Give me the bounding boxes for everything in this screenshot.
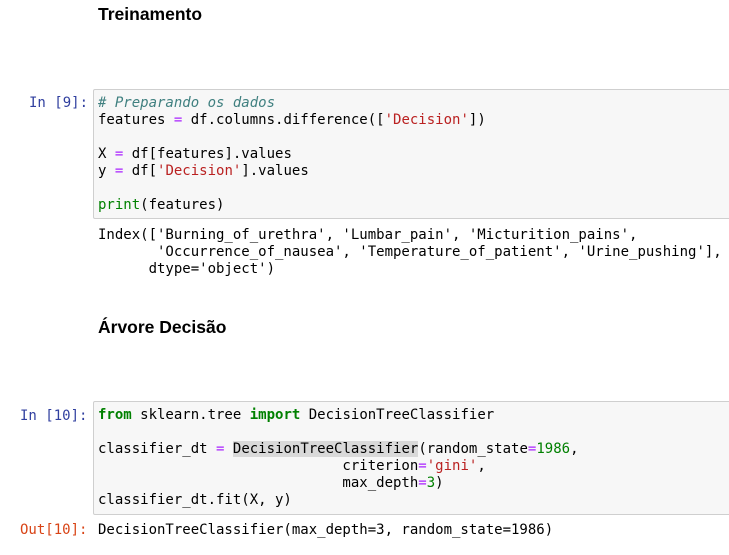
code-token: ,	[570, 441, 579, 457]
code-token: ].values	[241, 163, 309, 179]
heading-arvore-decisao: Árvore Decisão	[98, 317, 227, 337]
code-token: max_depth	[98, 475, 419, 491]
code-line: X = df[features].values	[98, 146, 728, 163]
cell-9-code[interactable]: # Preparando os dados features = df.colum…	[94, 90, 729, 219]
cell-10-output: DecisionTreeClassifier(max_depth=3, rand…	[98, 522, 554, 538]
cell-10-out-prompt: Out[10]:	[20, 522, 88, 538]
code-token: ,	[477, 458, 486, 474]
cell-9-output: Index(['Burning_of_urethra', 'Lumbar_pai…	[98, 227, 722, 277]
code-token: df[	[123, 163, 158, 179]
code-token: y	[98, 163, 115, 179]
code-token: (random_state	[418, 441, 528, 457]
code-token: =	[418, 475, 427, 491]
code-token: DecisionTreeClassifier	[300, 407, 495, 423]
code-line: criterion='gini',	[98, 458, 728, 475]
code-line: from sklearn.tree import DecisionTreeCla…	[98, 407, 728, 424]
code-token: 'Decision'	[384, 112, 469, 128]
code-token: ])	[468, 112, 486, 128]
cell-10-code[interactable]: from sklearn.tree import DecisionTreeCla…	[94, 402, 729, 514]
code-token: df.columns.difference([	[182, 112, 385, 128]
heading-treinamento: Treinamento	[98, 4, 203, 24]
code-token: (features)	[140, 197, 225, 213]
code-token: # Preparando os dados	[98, 95, 276, 111]
code-token: 'gini'	[426, 458, 478, 474]
code-token: df[features].values	[123, 146, 292, 162]
code-token: from	[98, 407, 132, 423]
code-line: features = df.columns.difference(['Decis…	[98, 112, 728, 129]
code-line: # Preparando os dados	[98, 95, 728, 112]
code-line: print(features)	[98, 197, 728, 214]
code-token: )	[435, 475, 444, 491]
code-token: X	[98, 146, 115, 162]
cell-10-code-editor[interactable]: from sklearn.tree import DecisionTreeCla…	[93, 401, 729, 515]
code-token: classifier_dt.fit(X, y)	[98, 492, 292, 508]
code-token: print	[98, 197, 141, 213]
code-token: sklearn.tree	[131, 407, 250, 423]
code-line: classifier_dt.fit(X, y)	[98, 492, 728, 509]
code-token: import	[249, 407, 301, 423]
code-token: 3	[426, 475, 436, 491]
code-line: classifier_dt = DecisionTreeClassifier(r…	[98, 441, 728, 458]
code-token: 'Decision'	[157, 163, 242, 179]
code-token: 1986	[536, 441, 571, 457]
cell-9-in-prompt: In [9]:	[29, 95, 89, 111]
code-token: classifier_dt	[98, 441, 217, 457]
cell-10-in-prompt: In [10]:	[20, 408, 88, 424]
code-token: =	[418, 458, 427, 474]
code-token: features	[98, 112, 174, 128]
cell-9-code-editor[interactable]: # Preparando os dados features = df.colum…	[93, 89, 729, 219]
code-token: DecisionTreeClassifier	[232, 441, 419, 457]
code-token: criterion	[98, 458, 419, 474]
code-line: y = df['Decision'].values	[98, 163, 728, 180]
code-line: max_depth=3)	[98, 475, 728, 492]
